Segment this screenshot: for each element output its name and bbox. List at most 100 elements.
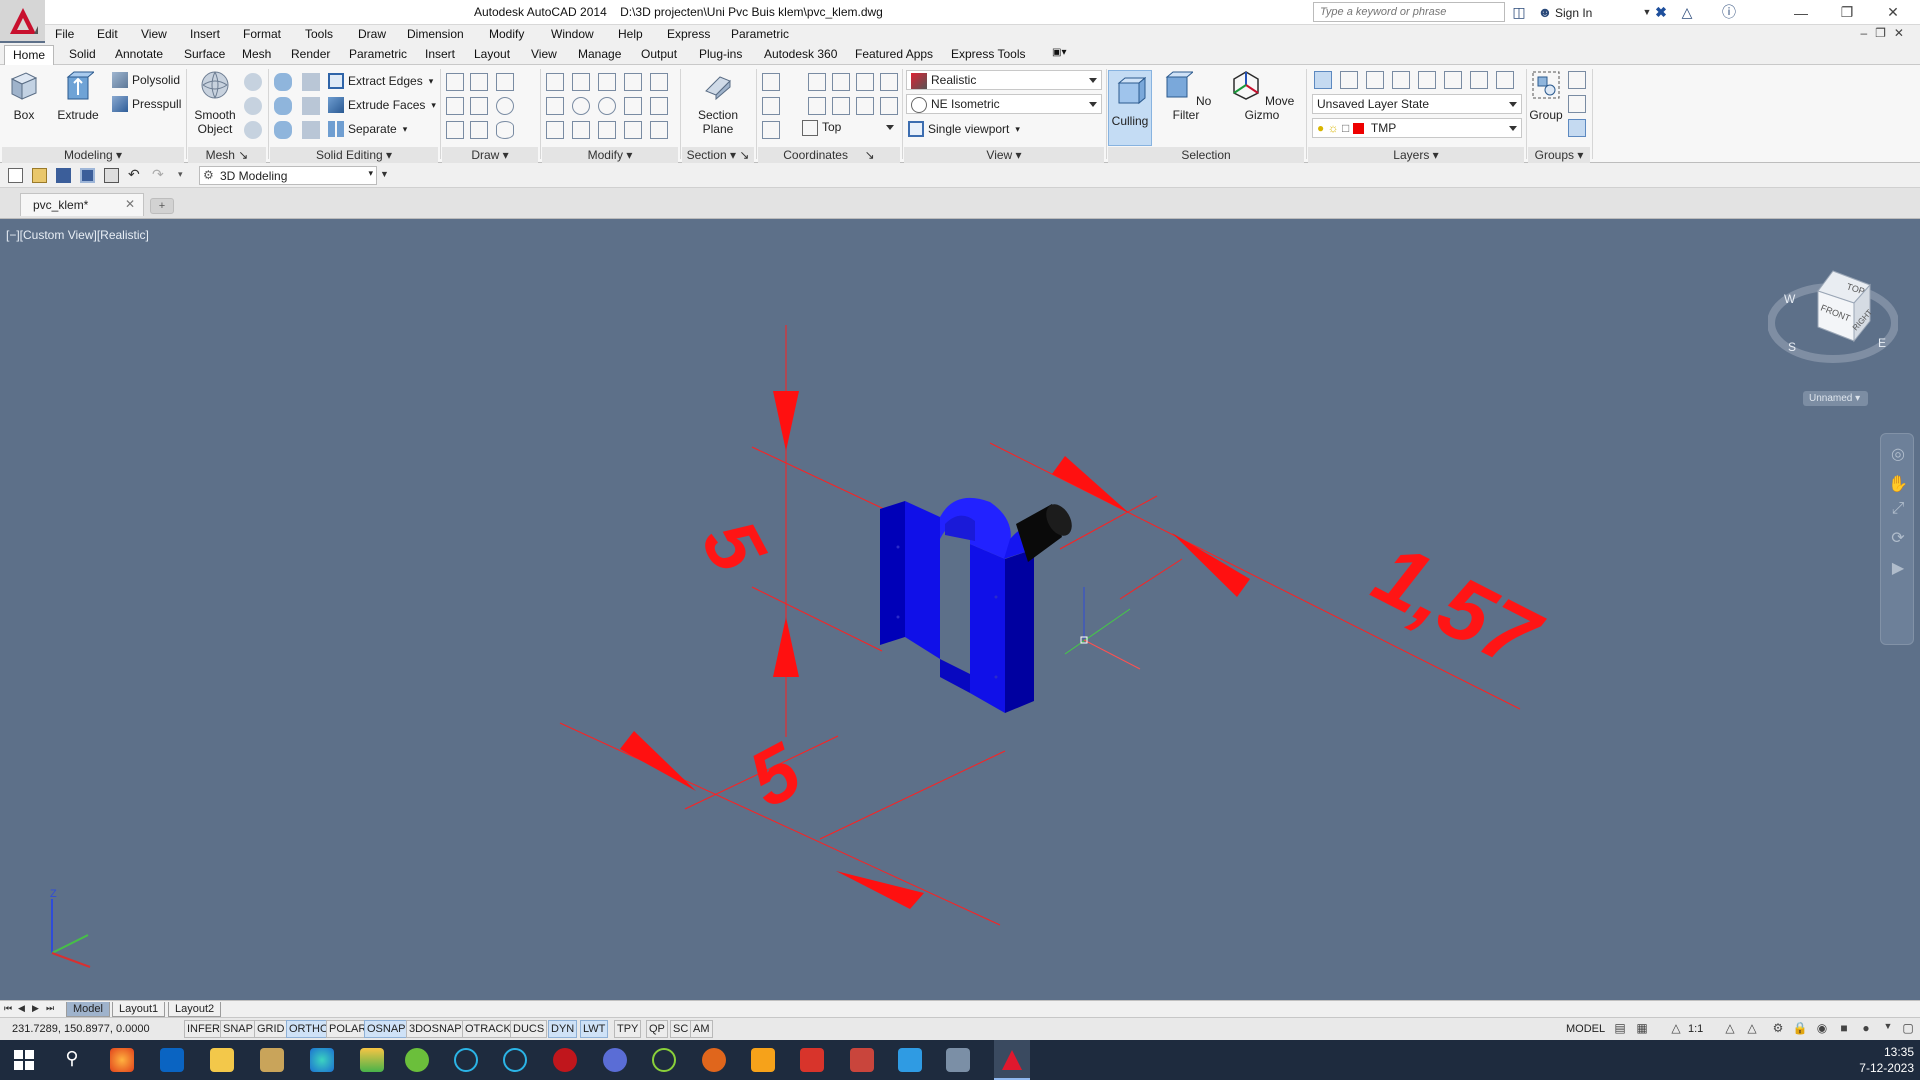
viewport-controls-label[interactable]: [−][Custom View][Realistic]: [6, 228, 149, 242]
layer-tool-5-icon[interactable]: [1444, 71, 1462, 89]
fillet-icon[interactable]: [650, 97, 668, 115]
autodesk-360-icon[interactable]: △: [1678, 3, 1696, 21]
status-toggle-3dosnap[interactable]: 3DOSNAP: [406, 1020, 465, 1038]
layer-state-dropdown[interactable]: Unsaved Layer State: [1312, 94, 1522, 114]
3d-rotate-icon[interactable]: [572, 73, 590, 91]
open-icon[interactable]: [32, 168, 47, 183]
stretch-icon[interactable]: [598, 121, 616, 139]
tab-surface[interactable]: Surface: [184, 47, 225, 61]
clean-screen-icon[interactable]: ▢: [1900, 1021, 1916, 1037]
tab-featured-apps[interactable]: Featured Apps: [855, 47, 933, 61]
workspace-switch-icon[interactable]: ⚙: [1770, 1021, 1786, 1037]
tab-manage[interactable]: Manage: [578, 47, 621, 61]
slice-icon[interactable]: [302, 73, 320, 91]
menu-tools[interactable]: Tools: [305, 27, 333, 41]
menu-window[interactable]: Window: [551, 27, 594, 41]
extrude-faces-button[interactable]: Extrude Faces ▾: [328, 95, 436, 115]
layer-tool-3-icon[interactable]: [1392, 71, 1410, 89]
app-purple-icon[interactable]: [603, 1048, 627, 1072]
tab-layout[interactable]: Layout: [474, 47, 510, 61]
hardware-acceleration-icon[interactable]: ◉: [1814, 1021, 1830, 1037]
exchange-icon[interactable]: ✖: [1652, 3, 1670, 21]
menu-help[interactable]: Help: [618, 27, 643, 41]
tab-layout1[interactable]: Layout1: [112, 1002, 166, 1017]
chevron-down-icon[interactable]: ▼: [380, 168, 395, 183]
menu-modify[interactable]: Modify: [489, 27, 524, 41]
tab-parametric[interactable]: Parametric: [349, 47, 407, 61]
firefox-icon[interactable]: [110, 1048, 134, 1072]
status-toggle-otrack[interactable]: OTRACK: [462, 1020, 514, 1038]
file-tab-pvc-klem[interactable]: pvc_klem* ✕: [20, 193, 144, 216]
lightbulb-icon[interactable]: ●: [1858, 1021, 1874, 1037]
polyline-icon[interactable]: [446, 73, 464, 91]
menu-edit[interactable]: Edit: [97, 27, 118, 41]
tab-home[interactable]: Home: [4, 45, 55, 66]
model-space-button[interactable]: MODEL: [1566, 1023, 1605, 1035]
app-orange-icon[interactable]: [751, 1048, 775, 1072]
menu-dimension[interactable]: Dimension: [407, 27, 464, 41]
lock-icon[interactable]: 🔒: [1792, 1021, 1808, 1037]
tab-mesh[interactable]: Mesh: [242, 47, 271, 61]
tab-autodesk-360[interactable]: Autodesk 360: [764, 47, 837, 61]
view-direction-dropdown[interactable]: NE Isometric: [906, 94, 1102, 114]
windows-start-icon[interactable]: [12, 1048, 36, 1072]
viewport-config-dropdown[interactable]: Single viewport ▾: [908, 119, 1020, 139]
status-toggle-am[interactable]: AM: [690, 1020, 713, 1038]
app-layers-icon[interactable]: [360, 1048, 384, 1072]
tab-solid[interactable]: Solid: [69, 47, 96, 61]
document-window-controls[interactable]: –❐✕: [1861, 26, 1913, 40]
quick-view-drawings-icon[interactable]: ▦: [1634, 1021, 1650, 1037]
layer-properties-icon[interactable]: [1314, 71, 1332, 89]
move-icon[interactable]: [598, 73, 616, 91]
showmotion-icon[interactable]: ▶: [1888, 558, 1908, 578]
close-tab-icon[interactable]: ✕: [125, 197, 135, 211]
zoom-icon[interactable]: ⤢: [1888, 500, 1908, 520]
ucs-dropdown[interactable]: Top: [798, 118, 898, 138]
orbit-icon[interactable]: ⟳: [1888, 528, 1908, 548]
menu-file[interactable]: File: [55, 27, 74, 41]
drawing-viewport[interactable]: 5 5 1,57 Z [−][Custom View][Realistic] T…: [0, 219, 1920, 1000]
panel-label-layers[interactable]: Layers ▾: [1308, 147, 1524, 163]
panel-label-section[interactable]: Section ▾ ↘: [682, 147, 754, 163]
status-toggle-osnap[interactable]: OSNAP: [364, 1020, 409, 1038]
restore-button[interactable]: ❐: [1824, 0, 1870, 25]
extrude-button[interactable]: Extrude: [56, 69, 100, 122]
search-input[interactable]: [1313, 2, 1505, 22]
steering-wheel-icon[interactable]: ◎: [1888, 444, 1908, 464]
app-c1-icon[interactable]: [454, 1048, 478, 1072]
menu-insert[interactable]: Insert: [190, 27, 220, 41]
status-toggle-grid[interactable]: GRID: [254, 1020, 288, 1038]
ucs-origin-icon[interactable]: [856, 73, 874, 91]
tab-model[interactable]: Model: [66, 1002, 110, 1017]
plot-icon[interactable]: [104, 168, 119, 183]
help-icon[interactable]: ⓘ: [1720, 3, 1738, 21]
circle-icon[interactable]: [496, 97, 514, 115]
polygon-icon[interactable]: [446, 121, 464, 139]
section-plane-button[interactable]: Section Plane: [690, 69, 746, 136]
spline-icon[interactable]: [446, 97, 464, 115]
helix-icon[interactable]: [470, 73, 488, 91]
app-r-icon[interactable]: [260, 1048, 284, 1072]
no-filter-button[interactable]: No Filter: [1160, 69, 1212, 122]
first-layout-icon[interactable]: ⏮: [4, 1003, 14, 1014]
file-explorer-icon[interactable]: [210, 1048, 234, 1072]
new-tab-button[interactable]: +: [150, 198, 174, 214]
arc-icon[interactable]: [496, 73, 514, 91]
workspace-dropdown[interactable]: ⚙ 3D Modeling ▾: [199, 166, 377, 185]
intersect-icon[interactable]: [274, 121, 292, 139]
group-selection-icon[interactable]: [1568, 119, 1586, 137]
viewcube[interactable]: TOP FRONT RIGHT W S E: [1767, 263, 1899, 376]
box-button[interactable]: Box: [6, 69, 42, 122]
ucs-x-icon[interactable]: [832, 97, 850, 115]
new-icon[interactable]: [8, 168, 23, 183]
presspull-button[interactable]: Presspull: [112, 94, 181, 114]
named-view-dropdown[interactable]: Unnamed ▾: [1803, 391, 1868, 406]
status-toggle-infer[interactable]: INFER: [184, 1020, 223, 1038]
panel-label-coordinates[interactable]: Coordinates ↘: [758, 147, 900, 163]
search-icon[interactable]: ⚲: [60, 1048, 84, 1072]
tab-express-tools[interactable]: Express Tools: [951, 47, 1025, 61]
separate-button[interactable]: Separate ▾: [328, 119, 407, 139]
rotate-icon[interactable]: [598, 97, 616, 115]
group-button[interactable]: Group: [1528, 69, 1564, 122]
redo-icon[interactable]: ↷: [152, 167, 167, 183]
